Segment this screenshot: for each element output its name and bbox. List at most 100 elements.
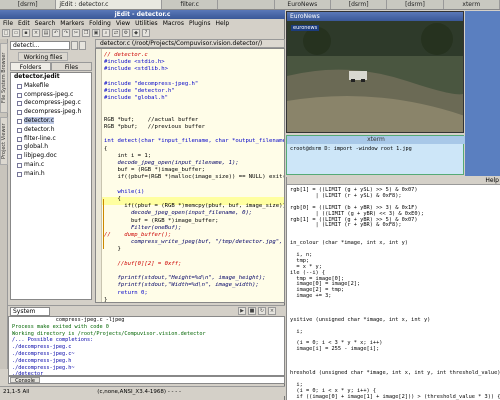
taskbar-item-euronews[interactable]: EuroNews bbox=[275, 0, 331, 9]
code-line: return 0; bbox=[104, 289, 148, 296]
tree-file[interactable]: main.h bbox=[11, 170, 91, 179]
file-icon bbox=[17, 154, 22, 160]
replace-icon[interactable]: ⇄ bbox=[112, 29, 120, 37]
close-icon[interactable]: × bbox=[32, 29, 40, 37]
help-icon[interactable]: ? bbox=[142, 29, 150, 37]
code-line: RGB *pbuf; //previous buffer bbox=[104, 124, 206, 130]
window-title: jEdit - detector.c bbox=[0, 10, 285, 19]
terminal-code-line: | (LIMIT (r + ySL) & 0xF8); bbox=[290, 192, 402, 199]
project-add-icon[interactable] bbox=[71, 41, 78, 50]
code-editor[interactable]: // detector.c #include <stdio.h> #include … bbox=[95, 48, 285, 303]
tree-file[interactable]: filter-line.c bbox=[11, 135, 91, 144]
tree-file-selected[interactable]: detector.c bbox=[11, 116, 91, 126]
tree-file[interactable]: decompress-jpeg.c bbox=[11, 99, 91, 108]
video-window[interactable]: EuroNews euronews bbox=[286, 11, 464, 133]
code-line: } bbox=[104, 246, 121, 253]
terminal-code-line: ysitive (unsigned char *image, int x, in… bbox=[290, 316, 431, 323]
left-dock: File System Browser Project Viewer bbox=[0, 39, 8, 369]
plugin-manager-icon[interactable]: ◆ bbox=[132, 29, 140, 37]
print-icon[interactable]: ▤ bbox=[42, 29, 50, 37]
xterm-command-line: croot@dsrm D: import -window root 1.jpg bbox=[290, 146, 412, 152]
project-settings-icon[interactable] bbox=[79, 41, 86, 50]
taskbar-item[interactable]: filter.c bbox=[162, 0, 219, 9]
code-line: int detect(char *input_filename, char *o… bbox=[104, 138, 285, 145]
tree-file-label: decompress-jpeg.c bbox=[24, 99, 81, 107]
tree-file-label: detector.c bbox=[24, 116, 54, 124]
run-again-icon[interactable]: ↻ bbox=[258, 307, 266, 315]
console-input[interactable] bbox=[8, 376, 285, 384]
menu-utilities[interactable]: Utilities bbox=[135, 19, 158, 28]
menu-help[interactable]: Help bbox=[485, 177, 499, 185]
file-icon bbox=[17, 92, 22, 98]
tree-file[interactable]: detector.h bbox=[11, 126, 91, 135]
tab-folders[interactable]: Folders bbox=[10, 62, 51, 71]
editor-buffer-header[interactable]: detector.c (/root/Projects/Compuvisor.vi… bbox=[95, 39, 285, 48]
terminal-code-line: i; bbox=[290, 328, 303, 335]
console-output[interactable]: compress-jpeg.c -ljpeg Process make exite… bbox=[8, 316, 285, 376]
menu-view[interactable]: View bbox=[116, 19, 130, 28]
taskbar-item[interactable]: [dsrm] bbox=[331, 0, 388, 9]
console-line: Process make exited with code 0 bbox=[12, 323, 109, 330]
menu-help[interactable]: Help bbox=[215, 19, 229, 28]
tab-file-system-browser[interactable]: File System Browser bbox=[0, 43, 8, 113]
tab-files[interactable]: Files bbox=[51, 62, 92, 71]
tree-file[interactable]: decompress-jpeg.h bbox=[11, 108, 91, 117]
menu-macros[interactable]: Macros bbox=[163, 19, 184, 28]
tree-file[interactable]: libjpeg.doc bbox=[11, 152, 91, 161]
terminal-code-line: in_colour (char *image, int x, int y) bbox=[290, 240, 408, 247]
tree-file[interactable]: global.h bbox=[11, 143, 91, 152]
menu-search[interactable]: Search bbox=[35, 19, 56, 28]
tree-file[interactable]: Makefile bbox=[11, 82, 91, 91]
menu-plugins[interactable]: Plugins bbox=[189, 19, 211, 28]
working-files-label[interactable]: Working files bbox=[18, 52, 68, 61]
file-icon bbox=[17, 145, 22, 151]
console-button[interactable]: Console bbox=[10, 377, 40, 384]
undo-icon[interactable]: ↶ bbox=[52, 29, 60, 37]
copy-icon[interactable]: ❐ bbox=[82, 29, 90, 37]
tree-file-label: decompress-jpeg.h bbox=[24, 108, 82, 116]
open-file-icon[interactable]: ▭ bbox=[12, 29, 20, 37]
paste-icon[interactable]: ▣ bbox=[92, 29, 100, 37]
menu-folding[interactable]: Folding bbox=[89, 19, 111, 28]
file-icon bbox=[17, 136, 22, 142]
console-toolbar: System ▶ ■ ↻ × bbox=[8, 305, 285, 316]
taskbar-item[interactable]: [dsrm] bbox=[387, 0, 444, 9]
new-file-icon[interactable]: □ bbox=[2, 29, 10, 37]
cut-icon[interactable]: ✂ bbox=[72, 29, 80, 37]
tree-file-label: compress-jpeg.c bbox=[24, 90, 74, 98]
taskbar-item-jedit[interactable]: jEdit : detector.c bbox=[56, 0, 162, 9]
menu-edit[interactable]: Edit bbox=[18, 19, 30, 28]
project-select[interactable]: detecti... bbox=[10, 41, 70, 50]
editor-gutter[interactable] bbox=[96, 49, 102, 302]
code-line: compress_write_jpeg(buf, "/tmp/detector.… bbox=[104, 239, 285, 246]
terminal-code-line: | (LIMIT (r + yBR) & 0xF8); bbox=[290, 222, 402, 229]
code-terminal-window[interactable]: Help rgb[1] = ((LIMIT (g + ySL) >> 5) & … bbox=[286, 177, 500, 400]
taskbar: [dsrm] jEdit : detector.c filter.c EuroN… bbox=[0, 0, 500, 10]
tab-project-viewer[interactable]: Project Viewer bbox=[0, 117, 8, 165]
xterm-window[interactable]: xterm croot@dsrm D: import -window root … bbox=[286, 135, 465, 175]
file-icon bbox=[17, 83, 22, 89]
find-icon[interactable]: ⌕ bbox=[102, 29, 110, 37]
clear-icon[interactable]: × bbox=[268, 307, 276, 315]
terminal-code-line: image += 3; bbox=[290, 293, 332, 300]
tree-file[interactable]: compress-jpeg.c bbox=[11, 91, 91, 100]
stop-icon[interactable]: ■ bbox=[248, 307, 256, 315]
buffer-mode: (c,none,ANSI_X3.4-1968) - - - - bbox=[97, 388, 181, 395]
taskbar-item[interactable]: [dsrm] bbox=[0, 0, 57, 9]
project-tabs: Folders Files bbox=[10, 62, 92, 71]
tree-root[interactable]: detector.jedit bbox=[11, 73, 91, 82]
menu-markers[interactable]: Markers bbox=[60, 19, 84, 28]
console-shell-select[interactable]: System bbox=[10, 307, 50, 316]
menu-file[interactable]: File bbox=[3, 19, 13, 28]
xterm-title: xterm bbox=[287, 136, 465, 144]
tree-file[interactable]: main.c bbox=[11, 161, 91, 170]
taskbar-item-xterm[interactable]: xterm bbox=[444, 0, 500, 9]
tree-file-label: Makefile bbox=[24, 81, 49, 89]
run-icon[interactable]: ▶ bbox=[238, 307, 246, 315]
redo-icon[interactable]: ↷ bbox=[62, 29, 70, 37]
code-line: #include "global.h" bbox=[104, 95, 168, 102]
taskbar-item[interactable] bbox=[218, 0, 275, 9]
save-icon[interactable]: ▪ bbox=[22, 29, 30, 37]
console-line: ./decompress-jpeg.h bbox=[12, 357, 72, 364]
options-icon[interactable]: ⚙ bbox=[122, 29, 130, 37]
